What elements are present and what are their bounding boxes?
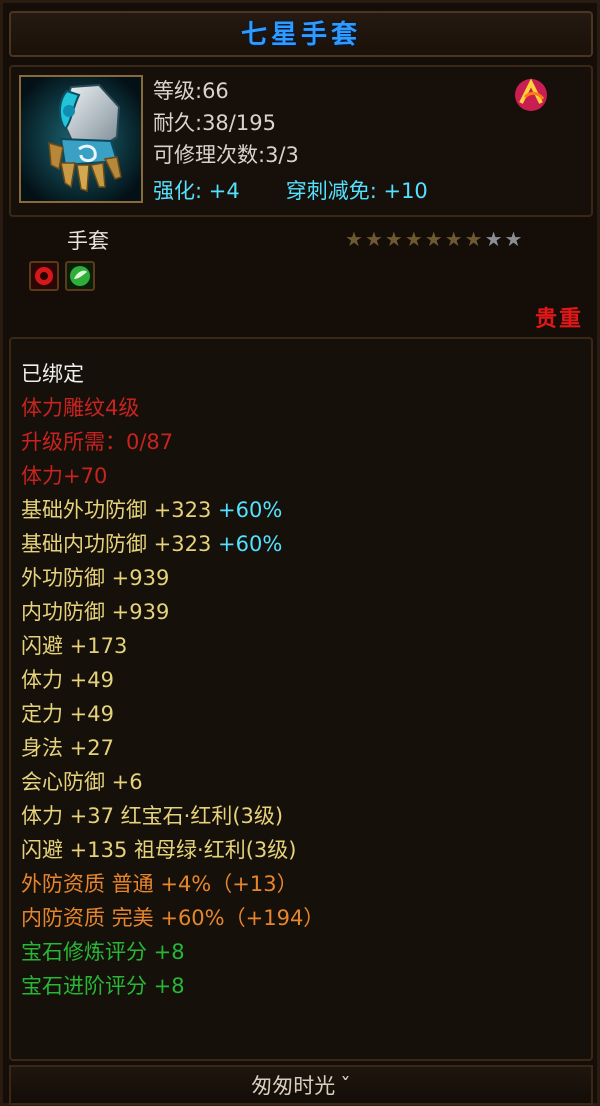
footer-bar[interactable]: 匆匆时光 ˇ [9, 1065, 593, 1105]
agility: 身法 +27 [21, 736, 114, 760]
enhance-value: 强化: +4 [153, 179, 240, 203]
engrave-level: 体力雕纹4级 [21, 396, 140, 420]
chevron-down-icon[interactable]: ˇ [340, 1074, 351, 1098]
item-tooltip: 七星手套 等级:66 耐久:38/195 可修理次数:3/3 强化: +4 穿刺… [0, 0, 600, 1106]
gem-refine-score: 宝石修炼评分 +8 [21, 940, 185, 964]
base-inner-defense-label: 基础内功防御 +323 [21, 532, 212, 556]
star-empty-icon: ★ [504, 227, 525, 251]
item-header: 等级:66 耐久:38/195 可修理次数:3/3 强化: +4 穿刺减免: +1… [9, 65, 593, 217]
engrave-bonus: 体力+70 [21, 464, 108, 488]
star-icon: ★ [384, 227, 405, 251]
gem-ruby-bonus: 体力 +37 红宝石·红利(3级) [21, 804, 284, 828]
base-outer-defense-pct: +60% [218, 498, 283, 522]
rarity-label: 贵重 [534, 307, 583, 332]
star-empty-icon: ★ [484, 227, 505, 251]
item-type: 手套 [67, 229, 109, 253]
gem-emerald-bonus: 闪避 +135 祖母绿·红利(3级) [21, 838, 297, 862]
star-rating: ★★★★★★★★★ [345, 227, 524, 251]
enhance-row: 强化: +4 穿刺减免: +10 [153, 175, 428, 205]
upgrade-progress: 升级所需：0/87 [21, 430, 174, 454]
base-inner-defense: 基础内功防御 +323 +60% [21, 529, 282, 559]
item-durability: 耐久:38/195 [153, 111, 276, 135]
set-badge-icon[interactable] [513, 77, 549, 113]
stamina: 体力 +49 [21, 668, 114, 692]
outer-defense-aptitude: 外防资质 普通 +4%（+13） [21, 872, 298, 896]
footer-label: 匆匆时光 [251, 1074, 336, 1098]
star-icon: ★ [364, 227, 385, 251]
bound-status: 已绑定 [21, 362, 84, 386]
focus: 定力 +49 [21, 702, 114, 726]
outer-defense: 外功防御 +939 [21, 566, 170, 590]
title-bar: 七星手套 [9, 11, 593, 57]
item-name: 七星手套 [240, 20, 361, 50]
inner-defense: 内功防御 +939 [21, 600, 170, 624]
inner-defense-aptitude: 内防资质 完美 +60%（+194） [21, 906, 325, 930]
dodge: 闪避 +173 [21, 634, 128, 658]
base-inner-defense-pct: +60% [218, 532, 283, 556]
star-icon: ★ [464, 227, 485, 251]
star-icon: ★ [444, 227, 465, 251]
red-gem-socket-icon[interactable] [29, 261, 59, 291]
base-outer-defense: 基础外功防御 +323 +60% [21, 495, 282, 525]
gem-advance-score: 宝石进阶评分 +8 [21, 974, 185, 998]
item-summary: 手套 ★★★★★★★★★ 贵重 [9, 221, 593, 333]
glove-item-icon[interactable] [19, 75, 143, 203]
green-gem-socket-icon[interactable] [65, 261, 95, 291]
crit-defense: 会心防御 +6 [21, 770, 143, 794]
star-icon: ★ [424, 227, 445, 251]
item-repairs: 可修理次数:3/3 [153, 143, 299, 167]
base-outer-defense-label: 基础外功防御 +323 [21, 498, 212, 522]
attribute-list: 已绑定 体力雕纹4级 升级所需：0/87 体力+70 基础外功防御 +323 +… [9, 337, 593, 1061]
item-level: 等级:66 [153, 79, 229, 103]
pierce-reduction: 穿刺减免: +10 [285, 179, 428, 203]
star-icon: ★ [404, 227, 425, 251]
star-icon: ★ [345, 227, 365, 251]
